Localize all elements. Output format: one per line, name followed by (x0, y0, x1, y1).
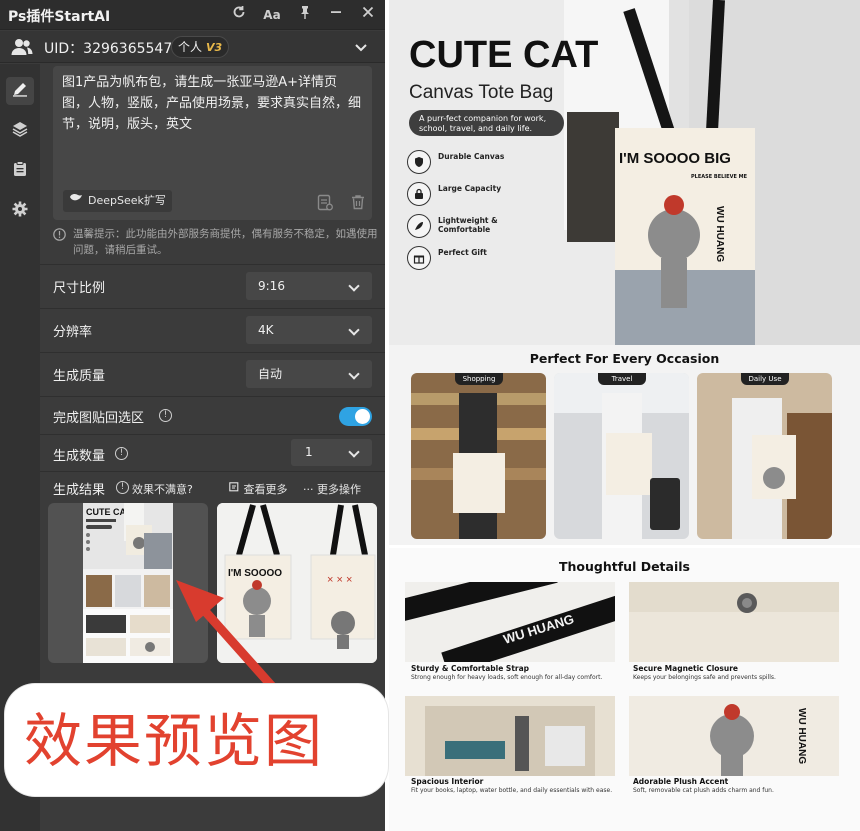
detail-plush-caption: Adorable Plush Accent Soft, removable cat… (633, 778, 843, 794)
occasion-card-travel: Travel (554, 373, 689, 539)
poster-tagline: A purr-fect companion for work, school, … (409, 110, 564, 136)
bag-print: I'M SOOOO BIG (619, 150, 731, 167)
detail-interior-image (405, 696, 615, 776)
details-section: Thoughtful Details WU HUANG Sturdy & Com… (389, 548, 860, 831)
detail-title: Adorable Plush Accent (633, 777, 729, 786)
feature-text: Perfect Gift (438, 248, 487, 257)
detail-strap-caption: Sturdy & Comfortable Strap Strong enough … (411, 665, 621, 681)
occasion-tag: Shopping (455, 373, 503, 385)
detail-desc: Fit your books, laptop, water bottle, an… (411, 786, 613, 794)
feature-text: Large Capacity (438, 184, 502, 193)
detail-title: Secure Magnetic Closure (633, 664, 739, 673)
poster-subtitle: Canvas Tote Bag (409, 82, 554, 103)
occasion-heading: Perfect For Every Occasion (529, 351, 720, 366)
occasion-tag: Travel (598, 373, 646, 385)
poster-title: CUTE CAT (409, 34, 599, 76)
feather-icon (407, 214, 431, 238)
annotation-label: 效果预览图 (5, 684, 388, 796)
details-heading: Thoughtful Details (559, 559, 690, 574)
lock-icon (407, 182, 431, 206)
detail-closure-caption: Secure Magnetic Closure Keeps your belong… (633, 665, 843, 681)
detail-desc: Strong enough for heavy loads, soft enou… (411, 673, 603, 681)
shopping-photo (411, 373, 546, 539)
occasion-card-daily: Daily Use (697, 373, 832, 539)
shield-icon (407, 150, 431, 174)
detail-title: Spacious Interior (411, 777, 484, 786)
product-poster: CUTE CAT Canvas Tote Bag A purr-fect com… (389, 0, 860, 831)
detail-closure-image (629, 582, 839, 662)
detail-title: Sturdy & Comfortable Strap (411, 664, 530, 673)
occasion-section: Perfect For Every Occasion Shopping Trav… (389, 345, 860, 545)
detail-interior-caption: Spacious Interior Fit your books, laptop,… (411, 778, 621, 794)
feature-text: Lightweight & Comfortable (438, 216, 498, 234)
daily-use-photo (697, 373, 832, 539)
feature-text: Durable Canvas (438, 152, 505, 161)
bag-small-print: PLEASE BELIEVE ME (691, 174, 747, 180)
poster-hero: CUTE CAT Canvas Tote Bag A purr-fect com… (389, 0, 860, 345)
detail-strap-image: WU HUANG (405, 582, 615, 662)
occasion-tag: Daily Use (741, 373, 789, 385)
svg-text:WU HUANG: WU HUANG (796, 708, 807, 764)
travel-photo (554, 373, 689, 539)
annotation-text: 效果预览图 (24, 707, 325, 775)
gift-icon (407, 246, 431, 270)
detail-desc: Keeps your belongings safe and prevents … (633, 673, 776, 681)
detail-plush-image: WU HUANG (629, 696, 839, 776)
detail-desc: Soft, removable cat plush adds charm and… (633, 786, 774, 794)
occasion-card-shopping: Shopping (411, 373, 546, 539)
bag-side-text: WU HUANG (714, 206, 725, 263)
